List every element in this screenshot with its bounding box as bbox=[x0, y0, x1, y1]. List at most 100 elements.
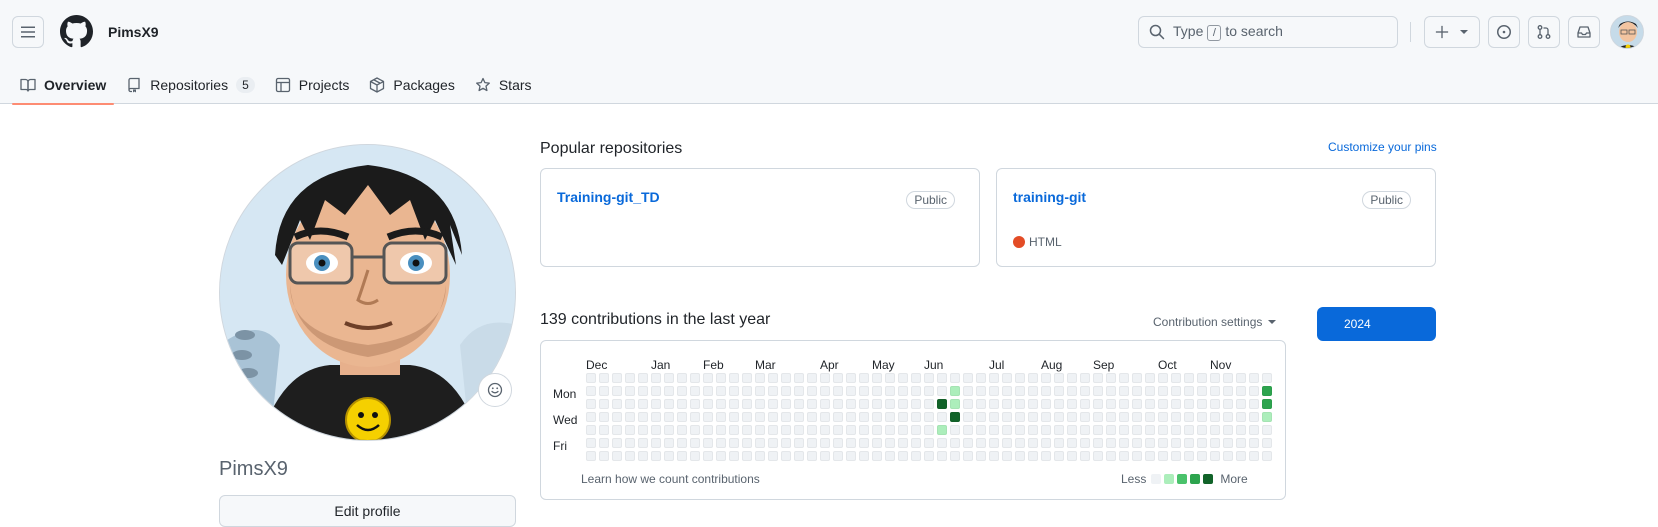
contribution-day-cell[interactable] bbox=[859, 399, 869, 409]
contribution-day-cell[interactable] bbox=[989, 399, 999, 409]
contribution-day-cell[interactable] bbox=[1002, 386, 1012, 396]
contribution-day-cell[interactable] bbox=[1236, 399, 1246, 409]
contribution-day-cell[interactable] bbox=[911, 412, 921, 422]
contribution-day-cell[interactable] bbox=[950, 373, 960, 383]
contribution-day-cell[interactable] bbox=[989, 438, 999, 448]
contribution-day-cell[interactable] bbox=[677, 438, 687, 448]
contribution-day-cell[interactable] bbox=[1184, 386, 1194, 396]
contribution-day-cell[interactable] bbox=[755, 373, 765, 383]
contribution-day-cell[interactable] bbox=[1080, 412, 1090, 422]
customize-pins-link[interactable]: Customize your pins bbox=[1328, 140, 1437, 154]
contribution-day-cell[interactable] bbox=[638, 438, 648, 448]
contribution-day-cell[interactable] bbox=[794, 412, 804, 422]
contribution-day-cell[interactable] bbox=[1210, 438, 1220, 448]
contribution-day-cell[interactable] bbox=[937, 386, 947, 396]
contribution-day-cell[interactable] bbox=[1236, 386, 1246, 396]
contribution-day-cell[interactable] bbox=[1145, 412, 1155, 422]
contribution-day-cell[interactable] bbox=[664, 451, 674, 461]
contribution-day-cell[interactable] bbox=[898, 451, 908, 461]
contribution-day-cell[interactable] bbox=[1262, 425, 1272, 435]
contribution-day-cell[interactable] bbox=[846, 412, 856, 422]
contribution-day-cell[interactable] bbox=[742, 451, 752, 461]
contribution-day-cell[interactable] bbox=[1184, 412, 1194, 422]
contribution-day-cell[interactable] bbox=[1184, 373, 1194, 383]
contribution-day-cell[interactable] bbox=[586, 451, 596, 461]
contribution-day-cell[interactable] bbox=[898, 399, 908, 409]
contribution-day-cell[interactable] bbox=[625, 399, 635, 409]
contribution-day-cell[interactable] bbox=[586, 425, 596, 435]
contribution-day-cell[interactable] bbox=[1015, 438, 1025, 448]
contribution-day-cell[interactable] bbox=[1106, 438, 1116, 448]
contribution-day-cell[interactable] bbox=[1067, 412, 1077, 422]
contribution-day-cell[interactable] bbox=[599, 425, 609, 435]
github-logo-icon[interactable] bbox=[60, 15, 93, 48]
contribution-day-cell[interactable] bbox=[924, 399, 934, 409]
contribution-day-cell[interactable] bbox=[638, 399, 648, 409]
edit-profile-button[interactable]: Edit profile bbox=[219, 495, 516, 527]
contribution-day-cell[interactable] bbox=[1132, 451, 1142, 461]
contribution-day-cell[interactable] bbox=[703, 373, 713, 383]
contribution-day-cell[interactable] bbox=[690, 399, 700, 409]
contribution-day-cell[interactable] bbox=[833, 425, 843, 435]
contribution-day-cell[interactable] bbox=[989, 373, 999, 383]
contribution-day-cell[interactable] bbox=[1093, 412, 1103, 422]
contribution-day-cell[interactable] bbox=[1223, 451, 1233, 461]
contribution-day-cell[interactable] bbox=[781, 451, 791, 461]
contribution-day-cell[interactable] bbox=[1171, 451, 1181, 461]
contribution-day-cell[interactable] bbox=[716, 373, 726, 383]
contribution-day-cell[interactable] bbox=[1015, 425, 1025, 435]
contribution-day-cell[interactable] bbox=[1093, 399, 1103, 409]
contribution-day-cell[interactable] bbox=[1054, 399, 1064, 409]
contribution-day-cell[interactable] bbox=[729, 399, 739, 409]
contribution-day-cell[interactable] bbox=[1249, 373, 1259, 383]
contribution-day-cell[interactable] bbox=[1223, 425, 1233, 435]
pull-requests-button[interactable] bbox=[1528, 16, 1560, 48]
contribution-day-cell[interactable] bbox=[638, 386, 648, 396]
contribution-day-cell[interactable] bbox=[1093, 451, 1103, 461]
contribution-day-cell[interactable] bbox=[1132, 425, 1142, 435]
issues-button[interactable] bbox=[1488, 16, 1520, 48]
contribution-day-cell[interactable] bbox=[898, 438, 908, 448]
contribution-day-cell[interactable] bbox=[1132, 438, 1142, 448]
contribution-day-cell[interactable] bbox=[872, 399, 882, 409]
contribution-day-cell[interactable] bbox=[1041, 373, 1051, 383]
contribution-day-cell[interactable] bbox=[677, 412, 687, 422]
contribution-day-cell[interactable] bbox=[625, 373, 635, 383]
tab-overview[interactable]: Overview bbox=[12, 66, 115, 105]
contribution-day-cell[interactable] bbox=[911, 438, 921, 448]
contribution-day-cell[interactable] bbox=[872, 425, 882, 435]
contribution-day-cell[interactable] bbox=[586, 373, 596, 383]
repo-link[interactable]: training-git bbox=[1013, 189, 1086, 205]
contribution-day-cell[interactable] bbox=[768, 373, 778, 383]
contribution-day-cell[interactable] bbox=[1171, 399, 1181, 409]
contribution-day-cell[interactable] bbox=[989, 386, 999, 396]
contribution-day-cell[interactable] bbox=[1054, 412, 1064, 422]
contribution-day-cell[interactable] bbox=[599, 451, 609, 461]
contribution-day-cell[interactable] bbox=[690, 425, 700, 435]
contribution-day-cell[interactable] bbox=[781, 438, 791, 448]
contribution-day-cell[interactable] bbox=[937, 425, 947, 435]
contribution-day-cell[interactable] bbox=[911, 399, 921, 409]
tab-repositories[interactable]: Repositories 5 bbox=[118, 66, 263, 104]
contribution-day-cell[interactable] bbox=[1080, 399, 1090, 409]
contribution-day-cell[interactable] bbox=[1028, 373, 1038, 383]
contribution-day-cell[interactable] bbox=[1132, 399, 1142, 409]
contribution-day-cell[interactable] bbox=[1184, 399, 1194, 409]
contribution-day-cell[interactable] bbox=[612, 451, 622, 461]
contribution-day-cell[interactable] bbox=[1262, 451, 1272, 461]
create-new-button[interactable] bbox=[1424, 16, 1480, 48]
contribution-day-cell[interactable] bbox=[911, 386, 921, 396]
contribution-day-cell[interactable] bbox=[755, 412, 765, 422]
contribution-day-cell[interactable] bbox=[833, 373, 843, 383]
inbox-button[interactable] bbox=[1568, 16, 1600, 48]
contribution-day-cell[interactable] bbox=[1015, 412, 1025, 422]
contribution-day-cell[interactable] bbox=[1210, 412, 1220, 422]
contribution-day-cell[interactable] bbox=[1132, 412, 1142, 422]
contribution-day-cell[interactable] bbox=[1041, 425, 1051, 435]
contribution-day-cell[interactable] bbox=[1093, 373, 1103, 383]
contribution-day-cell[interactable] bbox=[1067, 438, 1077, 448]
contribution-day-cell[interactable] bbox=[924, 438, 934, 448]
contribution-day-cell[interactable] bbox=[872, 412, 882, 422]
contribution-day-cell[interactable] bbox=[1197, 438, 1207, 448]
contribution-day-cell[interactable] bbox=[1197, 399, 1207, 409]
